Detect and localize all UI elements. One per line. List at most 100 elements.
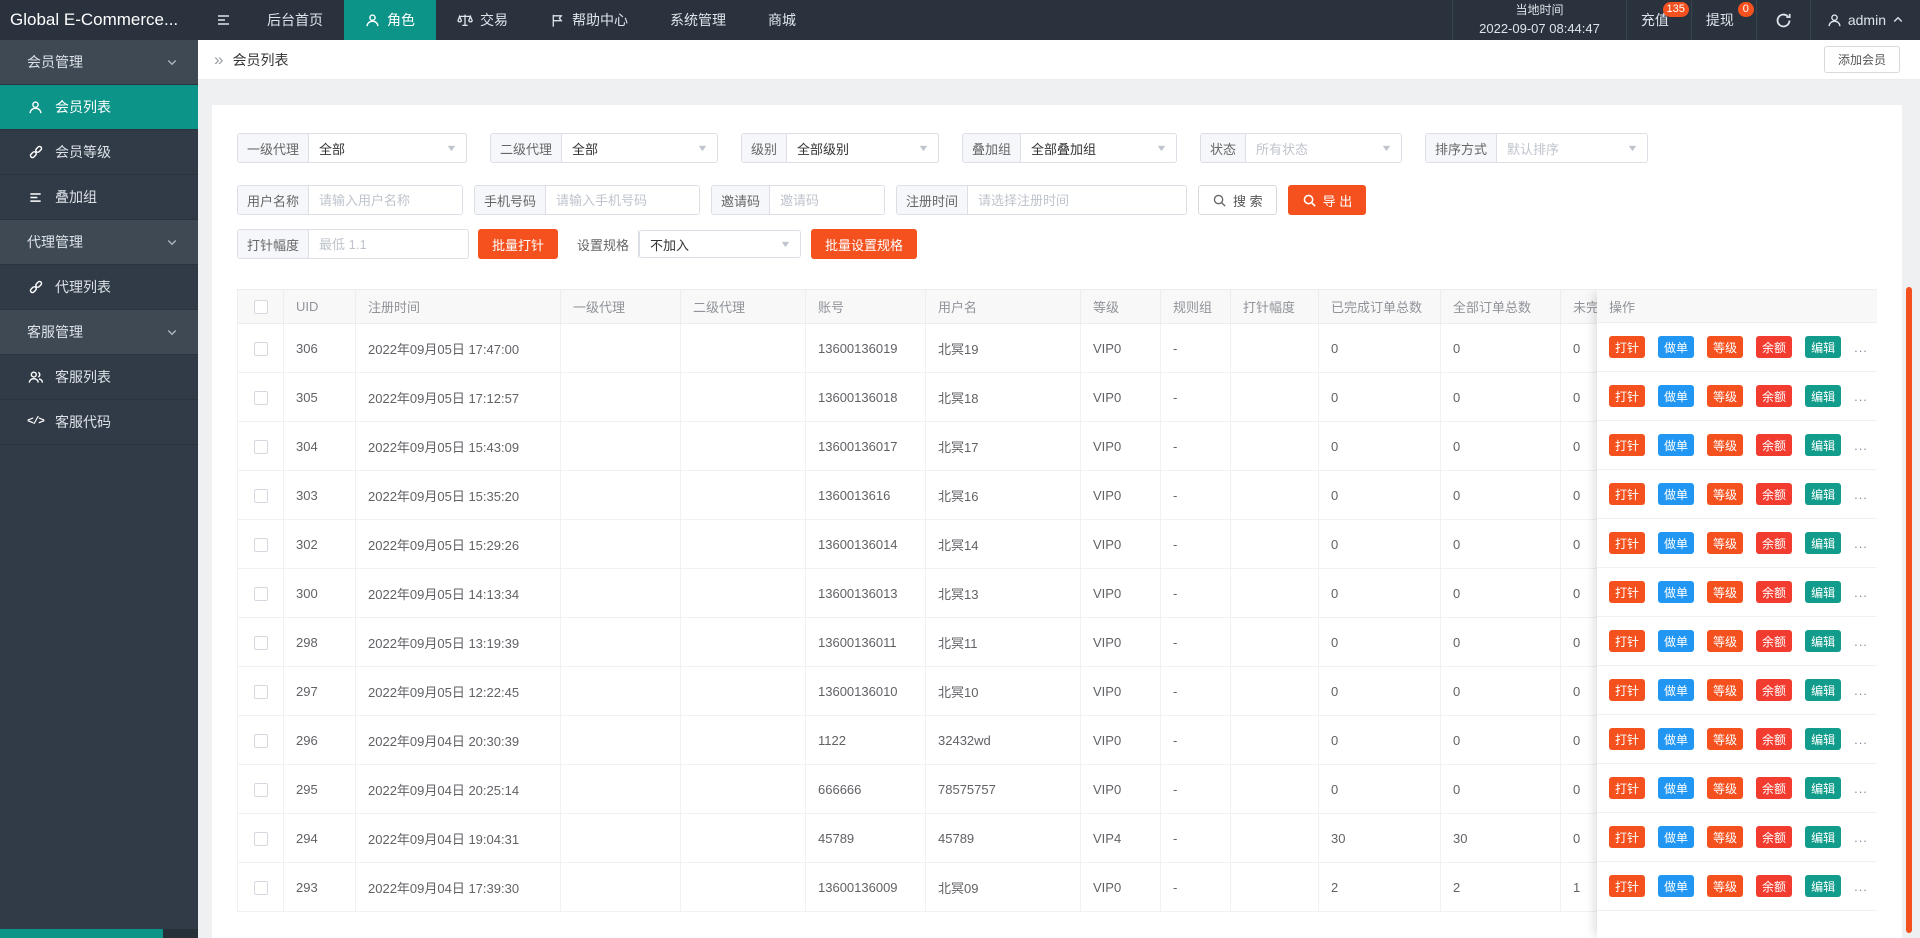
action-button-做单[interactable]: 做单 <box>1658 434 1695 456</box>
action-button-做单[interactable]: 做单 <box>1658 483 1695 505</box>
row-checkbox[interactable] <box>253 635 268 650</box>
overlay-group-select[interactable]: 全部叠加组 ▼ <box>1021 134 1176 162</box>
spec-select[interactable]: 不加入 ▼ <box>639 230 802 258</box>
username-input[interactable] <box>309 186 462 214</box>
action-button-余额[interactable]: 余额 <box>1756 875 1793 897</box>
action-button-打针[interactable]: 打针 <box>1609 826 1646 848</box>
batch-inject-button[interactable]: 批量打针 <box>478 229 559 259</box>
more-actions-button[interactable]: ... <box>1854 585 1868 600</box>
row-checkbox[interactable] <box>253 341 268 356</box>
action-button-做单[interactable]: 做单 <box>1658 532 1695 554</box>
action-button-编辑[interactable]: 编辑 <box>1805 532 1842 554</box>
action-button-等级[interactable]: 等级 <box>1707 385 1744 407</box>
export-button[interactable]: 导 出 <box>1287 185 1367 215</box>
row-checkbox[interactable] <box>253 390 268 405</box>
action-button-打针[interactable]: 打针 <box>1609 777 1646 799</box>
action-button-打针[interactable]: 打针 <box>1609 630 1646 652</box>
select-all-checkbox[interactable] <box>253 300 268 315</box>
row-checkbox[interactable] <box>253 439 268 454</box>
action-button-打针[interactable]: 打针 <box>1609 679 1646 701</box>
more-actions-button[interactable]: ... <box>1854 389 1868 404</box>
action-button-余额[interactable]: 余额 <box>1756 434 1793 456</box>
sidebar-group-agent-management[interactable]: 代理管理 <box>0 220 198 265</box>
action-button-编辑[interactable]: 编辑 <box>1805 728 1842 750</box>
nav-role[interactable]: 角色 <box>344 0 436 40</box>
agent1-select[interactable]: 全部 ▼ <box>309 134 466 162</box>
action-button-等级[interactable]: 等级 <box>1707 483 1744 505</box>
more-actions-button[interactable]: ... <box>1854 536 1868 551</box>
action-button-打针[interactable]: 打针 <box>1609 483 1646 505</box>
action-button-等级[interactable]: 等级 <box>1707 630 1744 652</box>
sidebar-item-support-list[interactable]: 客服列表 <box>0 355 198 400</box>
more-actions-button[interactable]: ... <box>1854 781 1868 796</box>
nav-home[interactable]: 后台首页 <box>246 0 344 40</box>
sidebar-item-member-level[interactable]: 会员等级 <box>0 130 198 175</box>
action-button-打针[interactable]: 打针 <box>1609 728 1646 750</box>
action-button-余额[interactable]: 余额 <box>1756 728 1793 750</box>
add-member-button[interactable]: 添加会员 <box>1823 46 1900 73</box>
action-button-等级[interactable]: 等级 <box>1707 581 1744 603</box>
agent2-select[interactable]: 全部 ▼ <box>562 134 717 162</box>
more-actions-button[interactable]: ... <box>1854 683 1868 698</box>
inject-range-input[interactable] <box>309 230 468 258</box>
row-checkbox[interactable] <box>253 586 268 601</box>
action-button-等级[interactable]: 等级 <box>1707 679 1744 701</box>
row-checkbox[interactable] <box>253 733 268 748</box>
action-button-编辑[interactable]: 编辑 <box>1805 581 1842 603</box>
action-button-做单[interactable]: 做单 <box>1658 336 1695 358</box>
action-button-做单[interactable]: 做单 <box>1658 875 1695 897</box>
action-button-余额[interactable]: 余额 <box>1756 336 1793 358</box>
more-actions-button[interactable]: ... <box>1854 487 1868 502</box>
action-button-等级[interactable]: 等级 <box>1707 777 1744 799</box>
phone-input[interactable] <box>546 186 699 214</box>
action-button-余额[interactable]: 余额 <box>1756 483 1793 505</box>
sidebar-scrollbar[interactable] <box>0 929 198 938</box>
nav-system[interactable]: 系统管理 <box>649 0 747 40</box>
sidebar-item-support-code[interactable]: </> 客服代码 <box>0 400 198 445</box>
sort-select[interactable]: 默认排序 ▼ <box>1497 134 1647 162</box>
vertical-scrollbar-thumb[interactable] <box>1906 287 1912 933</box>
action-button-做单[interactable]: 做单 <box>1658 679 1695 701</box>
nav-mall[interactable]: 商城 <box>747 0 817 40</box>
more-actions-button[interactable]: ... <box>1854 634 1868 649</box>
action-button-做单[interactable]: 做单 <box>1658 826 1695 848</box>
row-checkbox[interactable] <box>253 684 268 699</box>
action-button-编辑[interactable]: 编辑 <box>1805 875 1842 897</box>
more-actions-button[interactable]: ... <box>1854 340 1868 355</box>
sidebar-item-member-list[interactable]: 会员列表 <box>0 85 198 130</box>
action-button-余额[interactable]: 余额 <box>1756 581 1793 603</box>
action-button-打针[interactable]: 打针 <box>1609 581 1646 603</box>
action-button-做单[interactable]: 做单 <box>1658 630 1695 652</box>
action-button-等级[interactable]: 等级 <box>1707 336 1744 358</box>
level-select[interactable]: 全部级别 ▼ <box>787 134 938 162</box>
action-button-编辑[interactable]: 编辑 <box>1805 826 1842 848</box>
search-button[interactable]: 搜 索 <box>1198 185 1277 215</box>
more-actions-button[interactable]: ... <box>1854 879 1868 894</box>
nav-trade[interactable]: 交易 <box>436 0 529 40</box>
action-button-等级[interactable]: 等级 <box>1707 532 1744 554</box>
sidebar-group-member-management[interactable]: 会员管理 <box>0 40 198 85</box>
action-button-做单[interactable]: 做单 <box>1658 777 1695 799</box>
action-button-编辑[interactable]: 编辑 <box>1805 385 1842 407</box>
action-button-等级[interactable]: 等级 <box>1707 875 1744 897</box>
action-button-余额[interactable]: 余额 <box>1756 826 1793 848</box>
action-button-打针[interactable]: 打针 <box>1609 385 1646 407</box>
action-button-余额[interactable]: 余额 <box>1756 679 1793 701</box>
action-button-余额[interactable]: 余额 <box>1756 385 1793 407</box>
action-button-编辑[interactable]: 编辑 <box>1805 679 1842 701</box>
row-checkbox[interactable] <box>253 537 268 552</box>
action-button-打针[interactable]: 打针 <box>1609 336 1646 358</box>
action-button-编辑[interactable]: 编辑 <box>1805 630 1842 652</box>
sidebar-item-overlay-group[interactable]: 叠加组 <box>0 175 198 220</box>
action-button-编辑[interactable]: 编辑 <box>1805 336 1842 358</box>
action-button-做单[interactable]: 做单 <box>1658 728 1695 750</box>
more-actions-button[interactable]: ... <box>1854 830 1868 845</box>
row-checkbox[interactable] <box>253 782 268 797</box>
more-actions-button[interactable]: ... <box>1854 732 1868 747</box>
action-button-余额[interactable]: 余额 <box>1756 777 1793 799</box>
action-button-等级[interactable]: 等级 <box>1707 728 1744 750</box>
sidebar-scrollbar-thumb[interactable] <box>0 929 163 938</box>
action-button-打针[interactable]: 打针 <box>1609 532 1646 554</box>
action-button-做单[interactable]: 做单 <box>1658 385 1695 407</box>
action-button-编辑[interactable]: 编辑 <box>1805 483 1842 505</box>
